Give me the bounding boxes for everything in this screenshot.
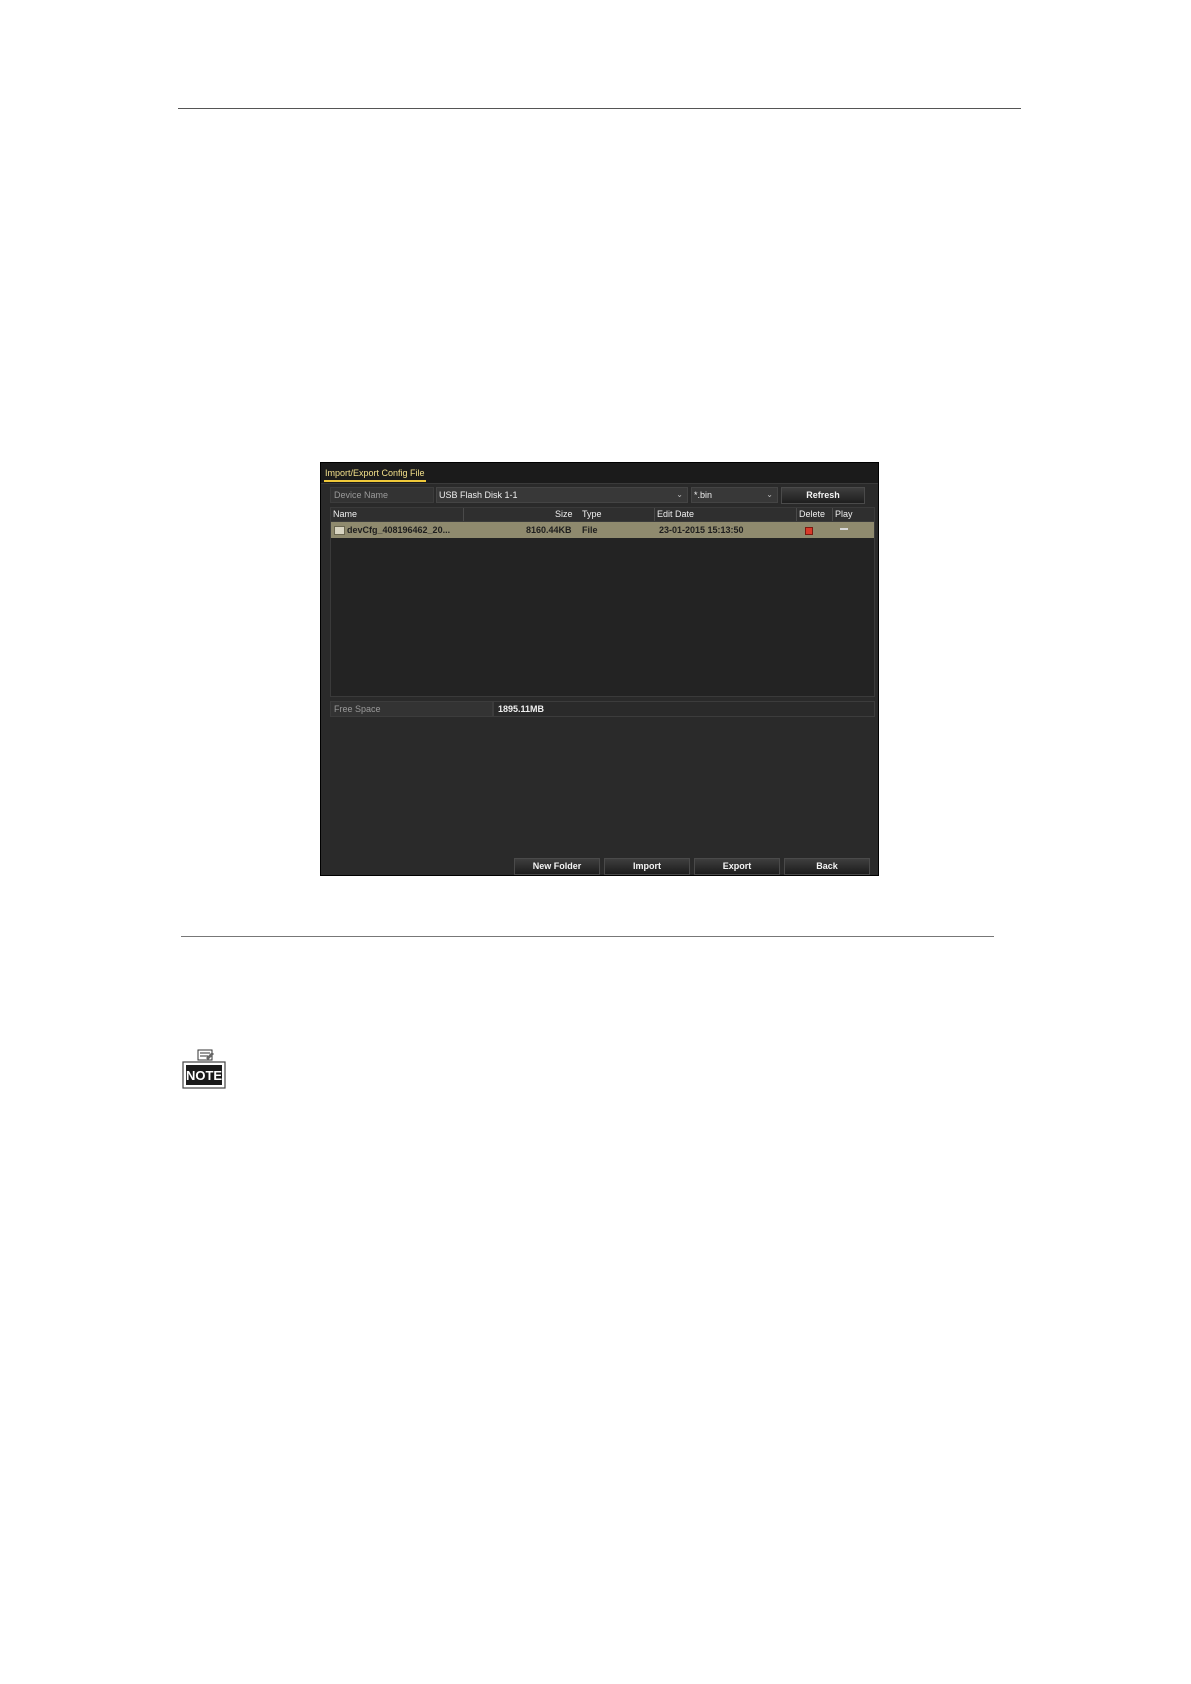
- column-divider: [796, 508, 797, 521]
- refresh-button[interactable]: Refresh: [781, 487, 865, 504]
- free-space-label: Free Space: [330, 701, 493, 717]
- column-divider: [832, 508, 833, 521]
- column-type[interactable]: Type: [582, 509, 602, 519]
- device-row: Device Name USB Flash Disk 1-1 ⌄ *.bin ⌄…: [330, 487, 870, 504]
- section-rule: [181, 936, 994, 937]
- file-edit-date: 23-01-2015 15:13:50: [659, 525, 744, 535]
- column-name[interactable]: Name: [333, 509, 357, 519]
- table-row[interactable]: devCfg_408196462_20... 8160.44KB File 23…: [331, 522, 874, 538]
- file-list: Name Size Type Edit Date Delete Play dev…: [330, 507, 875, 697]
- free-space-value: 1895.11MB: [493, 701, 875, 717]
- chevron-down-icon: ⌄: [676, 490, 683, 499]
- file-extension-select[interactable]: *.bin ⌄: [691, 487, 778, 503]
- file-name: devCfg_408196462_20...: [347, 525, 451, 535]
- file-size: 8160.44KB: [526, 525, 572, 535]
- note-icon: NOTE: [182, 1049, 226, 1089]
- header-rule: [178, 108, 1021, 109]
- device-name-value: USB Flash Disk 1-1: [439, 490, 518, 500]
- column-divider: [463, 508, 464, 521]
- tab-import-export-config[interactable]: Import/Export Config File: [324, 468, 426, 482]
- column-play[interactable]: Play: [835, 509, 853, 519]
- file-icon: [334, 526, 345, 535]
- free-space-row: Free Space 1895.11MB: [330, 701, 875, 717]
- column-delete[interactable]: Delete: [799, 509, 825, 519]
- back-button[interactable]: Back: [784, 858, 870, 875]
- file-extension-value: *.bin: [694, 490, 713, 500]
- device-name-select[interactable]: USB Flash Disk 1-1 ⌄: [436, 487, 688, 503]
- note-badge-text: NOTE: [186, 1068, 222, 1083]
- dialog-titlebar: Import/Export Config File: [321, 463, 878, 484]
- delete-icon[interactable]: [805, 527, 813, 535]
- import-export-config-dialog: Import/Export Config File Device Name US…: [320, 462, 879, 876]
- file-list-header: Name Size Type Edit Date Delete Play: [331, 508, 874, 522]
- export-button[interactable]: Export: [694, 858, 780, 875]
- column-size[interactable]: Size: [555, 509, 573, 519]
- chevron-down-icon: ⌄: [766, 490, 773, 499]
- import-button[interactable]: Import: [604, 858, 690, 875]
- column-divider: [654, 508, 655, 521]
- play-icon[interactable]: [840, 528, 848, 530]
- file-type: File: [582, 525, 598, 535]
- new-folder-button[interactable]: New Folder: [514, 858, 600, 875]
- column-edit-date[interactable]: Edit Date: [657, 509, 694, 519]
- device-name-label: Device Name: [330, 487, 434, 503]
